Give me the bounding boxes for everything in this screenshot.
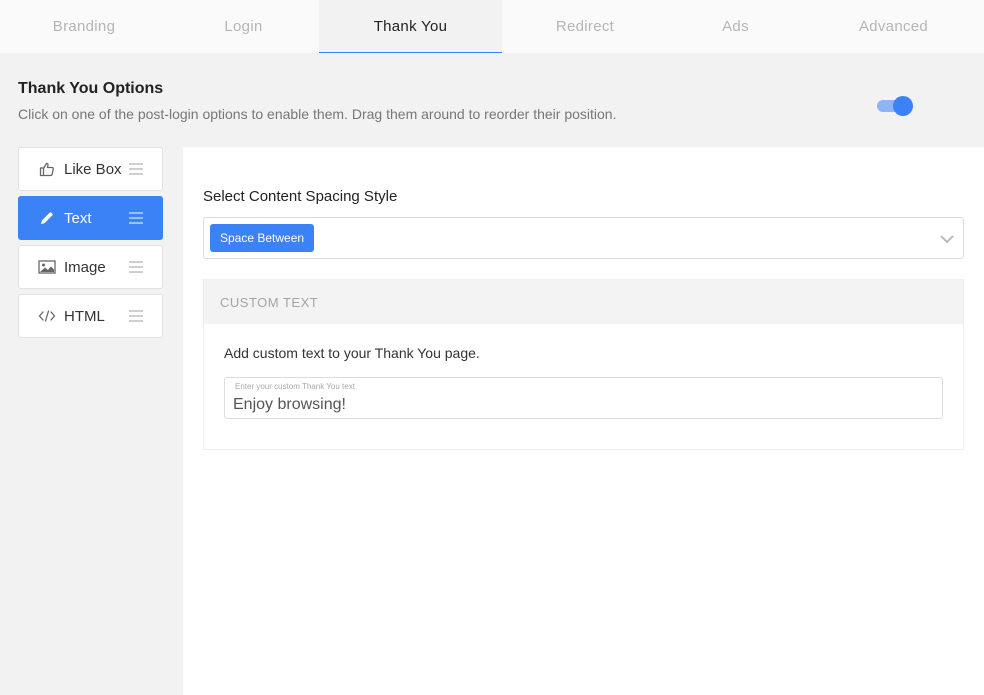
- chevron-down-icon[interactable]: [939, 231, 955, 247]
- drag-handle-icon[interactable]: [129, 261, 143, 273]
- sidebar-item-image[interactable]: Image: [18, 245, 163, 289]
- tab-ads[interactable]: Ads: [668, 0, 803, 53]
- tab-advanced[interactable]: Advanced: [803, 0, 984, 53]
- settings-panel: Select Content Spacing Style Space Betwe…: [183, 147, 984, 695]
- tab-bar: Branding Login Thank You Redirect Ads Ad…: [0, 0, 984, 53]
- thank-you-toggle[interactable]: [877, 96, 913, 116]
- sidebar-item-html[interactable]: HTML: [18, 294, 163, 338]
- sidebar-item-text[interactable]: Text: [18, 196, 163, 240]
- image-icon: [38, 258, 56, 276]
- spacing-style-label: Select Content Spacing Style: [203, 188, 398, 205]
- custom-text-header: CUSTOM TEXT: [204, 280, 963, 324]
- spacing-style-select[interactable]: Space Between: [203, 217, 964, 259]
- code-icon: [38, 307, 56, 325]
- sidebar-item-label: HTML: [64, 307, 105, 325]
- option-sidebar: Like Box Text Image HTML: [18, 147, 163, 343]
- tab-login[interactable]: Login: [168, 0, 319, 53]
- tab-branding[interactable]: Branding: [0, 0, 168, 53]
- custom-text-input[interactable]: Enter your custom Thank You text Enjoy b…: [224, 377, 943, 419]
- sidebar-item-label: Text: [64, 209, 92, 227]
- options-header: Thank You Options Click on one of the po…: [18, 80, 616, 122]
- drag-handle-icon[interactable]: [129, 212, 143, 224]
- custom-text-description: Add custom text to your Thank You page.: [224, 345, 480, 361]
- thumbs-up-icon: [38, 160, 56, 178]
- drag-handle-icon[interactable]: [129, 310, 143, 322]
- sidebar-item-label: Like Box: [64, 160, 122, 178]
- input-caption: Enter your custom Thank You text: [235, 382, 355, 391]
- pencil-icon: [38, 209, 56, 227]
- input-value[interactable]: Enjoy browsing!: [233, 396, 346, 414]
- sidebar-item-label: Image: [64, 258, 106, 276]
- drag-handle-icon[interactable]: [129, 163, 143, 175]
- custom-text-section: CUSTOM TEXT Add custom text to your Than…: [203, 279, 964, 450]
- options-description: Click on one of the post-login options t…: [18, 106, 617, 122]
- toggle-knob: [893, 96, 913, 116]
- tab-thank-you[interactable]: Thank You: [319, 0, 502, 53]
- options-title: Thank You Options: [18, 80, 164, 97]
- sidebar-item-like-box[interactable]: Like Box: [18, 147, 163, 191]
- tab-redirect[interactable]: Redirect: [502, 0, 668, 53]
- selected-spacing-chip[interactable]: Space Between: [210, 224, 315, 252]
